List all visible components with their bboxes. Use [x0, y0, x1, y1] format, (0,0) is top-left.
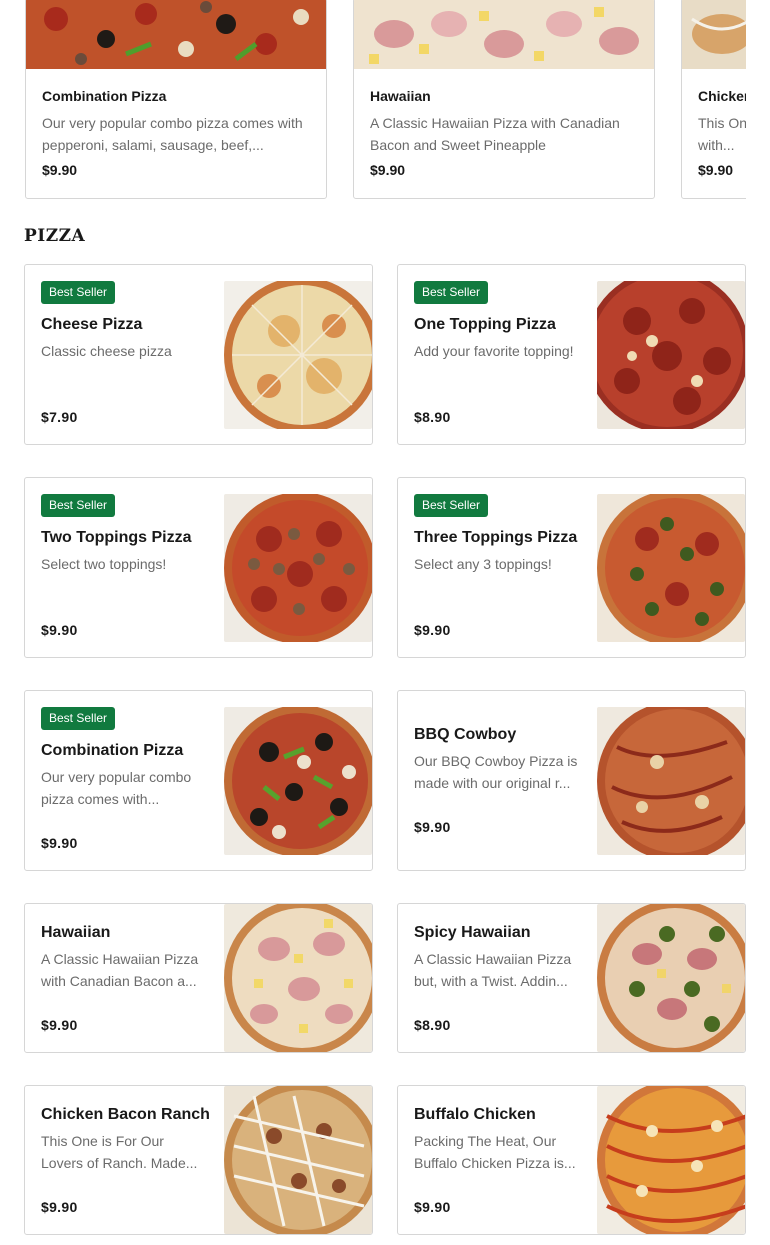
menu-item-price: $9.90: [41, 1017, 78, 1033]
menu-item-description: Classic cheese pizza: [41, 343, 172, 359]
menu-item-title: Spicy Hawaiian: [414, 924, 531, 941]
menu-item-description: This One is For Our Lovers of Ranch. Mad…: [41, 1133, 198, 1171]
pepperoni-sausage-pizza-photo: [224, 494, 372, 642]
best-seller-badge: Best Seller: [41, 494, 116, 517]
menu-item-price: $8.90: [414, 1017, 451, 1033]
spicy-hawaiian-pizza-photo: [597, 904, 745, 1052]
chicken-bacon-ranch-photo: [224, 1086, 372, 1234]
menu-item-price: $9.90: [414, 819, 451, 835]
best-seller-badge: Best Seller: [414, 494, 489, 517]
menu-item-title: BBQ Cowboy: [414, 726, 517, 743]
best-seller-badge: Best Seller: [41, 707, 116, 730]
menu-item-title: Two Toppings Pizza: [41, 529, 192, 546]
menu-item-price: $9.90: [414, 1199, 451, 1215]
menu-item-description: Add your favorite topping!: [414, 343, 574, 359]
featured-item-price: $9.90: [42, 162, 78, 178]
best-seller-badge: Best Seller: [414, 281, 489, 304]
featured-items-carousel[interactable]: Combination Pizza Our very popular combo…: [0, 0, 746, 200]
featured-item-title: Combination Pizza: [42, 88, 167, 104]
featured-item-title: Chicken Bacon Ranch: [698, 88, 746, 104]
bbq-pizza-photo: [597, 707, 745, 855]
menu-item-chicken-bacon-ranch[interactable]: Chicken Bacon Ranch This One is For Our …: [24, 1085, 373, 1235]
menu-item-title: Cheese Pizza: [41, 316, 143, 333]
menu-item-description: Our very popular combo pizza comes with.…: [41, 769, 192, 807]
menu-item-buffalo-chicken[interactable]: Buffalo Chicken Packing The Heat, Our Bu…: [397, 1085, 746, 1235]
cheese-pizza-photo: [224, 281, 372, 429]
menu-item-price: $9.90: [41, 835, 78, 851]
featured-item-price: $9.90: [370, 162, 406, 178]
pepperoni-pizza-photo: [597, 281, 745, 429]
menu-item-hawaiian[interactable]: Hawaiian A Classic Hawaiian Pizza with C…: [24, 903, 373, 1053]
jalapeno-pizza-photo: [597, 494, 745, 642]
menu-item-combination-pizza[interactable]: Best Seller Combination Pizza Our very p…: [24, 690, 373, 871]
combination-pizza-photo: [224, 707, 372, 855]
featured-card-hawaiian[interactable]: Hawaiian A Classic Hawaiian Pizza with C…: [353, 0, 655, 199]
menu-item-one-topping-pizza[interactable]: Best Seller One Topping Pizza Add your f…: [397, 264, 746, 445]
featured-card-combination-pizza[interactable]: Combination Pizza Our very popular combo…: [25, 0, 327, 199]
menu-item-price: $7.90: [41, 409, 78, 425]
combination-pizza-photo: [26, 0, 326, 69]
menu-item-two-toppings-pizza[interactable]: Best Seller Two Toppings Pizza Select tw…: [24, 477, 373, 658]
buffalo-chicken-pizza-photo: [597, 1086, 745, 1234]
menu-item-title: Three Toppings Pizza: [414, 529, 578, 546]
menu-item-cheese-pizza[interactable]: Best Seller Cheese Pizza Classic cheese …: [24, 264, 373, 445]
hawaiian-pizza-photo: [224, 904, 372, 1052]
menu-item-description: Our BBQ Cowboy Pizza is made with our or…: [414, 753, 578, 791]
menu-item-price: $9.90: [41, 1199, 78, 1215]
menu-item-description: Select any 3 toppings!: [414, 556, 552, 572]
featured-item-description: Our very popular combo pizza comes with …: [42, 115, 303, 153]
featured-item-description: A Classic Hawaiian Pizza with Canadian B…: [370, 115, 620, 153]
chicken-bacon-ranch-photo: [682, 0, 746, 69]
featured-item-price: $9.90: [698, 162, 734, 178]
menu-item-title: Chicken Bacon Ranch: [41, 1106, 210, 1123]
menu-item-title: One Topping Pizza: [414, 316, 556, 333]
menu-item-description: A Classic Hawaiian Pizza but, with a Twi…: [414, 951, 572, 989]
featured-item-description: This One is For Our Lovers of Ranch. Mad…: [698, 115, 746, 153]
menu-item-bbq-cowboy[interactable]: BBQ Cowboy Our BBQ Cowboy Pizza is made …: [397, 690, 746, 871]
menu-item-description: Select two toppings!: [41, 556, 167, 572]
section-title-pizza: PIZZA: [24, 226, 86, 246]
menu-item-price: $8.90: [414, 409, 451, 425]
menu-item-title: Combination Pizza: [41, 742, 184, 759]
menu-item-three-toppings-pizza[interactable]: Best Seller Three Toppings Pizza Select …: [397, 477, 746, 658]
hawaiian-pizza-photo: [354, 0, 654, 69]
menu-item-price: $9.90: [41, 622, 78, 638]
menu-item-price: $9.90: [414, 622, 451, 638]
menu-item-description: Packing The Heat, Our Buffalo Chicken Pi…: [414, 1133, 576, 1171]
menu-item-title: Buffalo Chicken: [414, 1106, 536, 1123]
menu-item-spicy-hawaiian[interactable]: Spicy Hawaiian A Classic Hawaiian Pizza …: [397, 903, 746, 1053]
featured-card-chicken-bacon-ranch[interactable]: Chicken Bacon Ranch This One is For Our …: [681, 0, 746, 199]
menu-item-description: A Classic Hawaiian Pizza with Canadian B…: [41, 951, 199, 989]
menu-item-title: Hawaiian: [41, 924, 111, 941]
best-seller-badge: Best Seller: [41, 281, 116, 304]
featured-item-title: Hawaiian: [370, 88, 431, 104]
